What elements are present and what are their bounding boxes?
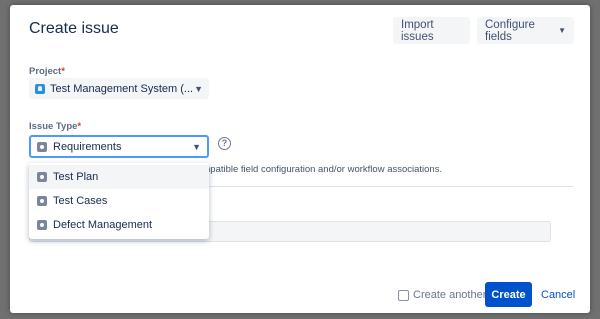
project-avatar-icon (35, 83, 45, 94)
import-issues-label: Import issues (401, 18, 434, 43)
required-marker: * (77, 121, 82, 132)
issue-type-icon (37, 141, 47, 152)
project-select-value: Test Management System (... (50, 82, 194, 95)
issue-type-select[interactable]: Requirements ▼ (29, 135, 209, 158)
option-label: Test Cases (53, 195, 108, 207)
create-another-checkbox[interactable]: Create another (398, 289, 486, 301)
create-issue-dialog: Create issue Import issues Configure fie… (10, 5, 590, 313)
option-label: Test Plan (53, 171, 99, 183)
chevron-down-icon: ▼ (558, 26, 566, 35)
project-label: Project* (29, 66, 65, 77)
dialog-title: Create issue (29, 20, 119, 37)
project-select[interactable]: Test Management System (... ▼ (29, 78, 209, 99)
import-issues-button[interactable]: Import issues (393, 17, 470, 44)
issue-type-select-value: Requirements (53, 140, 122, 153)
issue-type-label: Issue Type* (29, 121, 81, 132)
dropdown-option-test-plan[interactable]: Test Plan (29, 165, 209, 189)
option-label: Defect Management (53, 219, 153, 231)
create-another-label: Create another (413, 289, 487, 301)
help-circle-icon[interactable]: ? (218, 137, 231, 150)
project-label-text: Project (29, 66, 62, 77)
cancel-link[interactable]: Cancel (541, 289, 575, 301)
dropdown-option-test-cases[interactable]: Test Cases (29, 189, 209, 213)
issue-type-label-text: Issue Type (29, 121, 78, 132)
create-button[interactable]: Create (485, 282, 532, 307)
dropdown-option-defect-management[interactable]: Defect Management (29, 213, 209, 237)
issue-type-icon (37, 220, 47, 230)
issue-type-dropdown: Test Plan Test Cases Defect Management (29, 163, 209, 239)
chevron-down-icon: ▼ (192, 141, 201, 152)
issue-type-icon (37, 172, 47, 182)
checkbox-box[interactable] (398, 289, 409, 301)
chevron-down-icon: ▼ (194, 83, 203, 94)
issue-type-note: npatible field configuration and/or work… (205, 164, 443, 175)
configure-fields-label: Configure fields (485, 18, 535, 43)
issue-type-icon (37, 196, 47, 206)
configure-fields-button[interactable]: Configure fields ▼ (477, 17, 574, 44)
required-marker: * (61, 66, 65, 77)
